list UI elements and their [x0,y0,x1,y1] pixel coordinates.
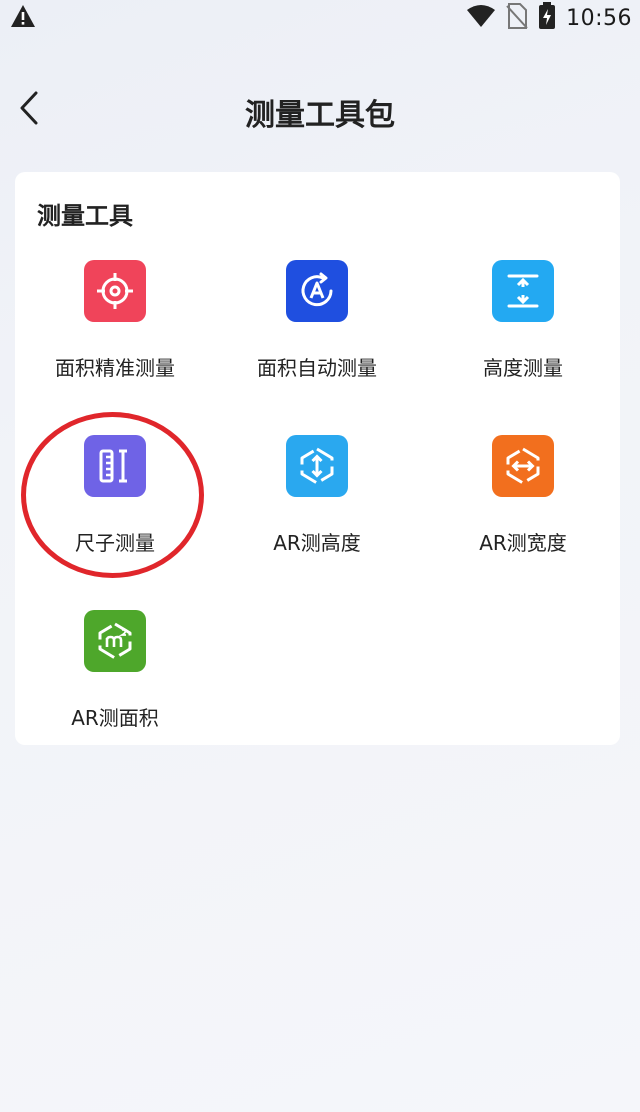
vertical-arrows-icon [492,260,554,322]
tool-label: 面积精准测量 [55,356,175,380]
ruler-icon [84,435,146,497]
tool-label: 面积自动测量 [257,356,377,380]
tool-label: AR测宽度 [479,531,567,555]
header: 测量工具包 [0,70,640,150]
wifi-icon [466,4,496,32]
tool-label: 尺子测量 [75,531,155,555]
ar-height-icon [286,435,348,497]
tool-label: 高度测量 [483,356,563,380]
tools-card: 测量工具 面积精准测量 面积自动测量 高度测量 尺子测量 AR测高度 AR测宽度… [15,172,620,745]
tool-ruler[interactable]: 尺子测量 [15,435,215,575]
tool-ar-height[interactable]: AR测高度 [217,435,417,575]
page-title: 测量工具包 [245,98,395,133]
no-sim-icon [506,3,528,33]
tool-area-auto[interactable]: 面积自动测量 [217,260,417,400]
auto-a-icon [286,260,348,322]
section-title: 测量工具 [37,202,133,230]
status-bar: 10:56 [0,0,640,34]
battery-charging-icon [538,2,556,34]
tool-label: AR测高度 [273,531,361,555]
clock-time: 10:56 [566,5,632,31]
ar-width-icon [492,435,554,497]
warning-icon [10,4,36,32]
crosshair-target-icon [84,260,146,322]
tool-area-precise[interactable]: 面积精准测量 [15,260,215,400]
tool-height[interactable]: 高度测量 [423,260,623,400]
ar-area-icon [84,610,146,672]
tool-ar-area[interactable]: AR测面积 [15,610,215,750]
tool-ar-width[interactable]: AR测宽度 [423,435,623,575]
tool-label: AR测面积 [71,706,159,730]
